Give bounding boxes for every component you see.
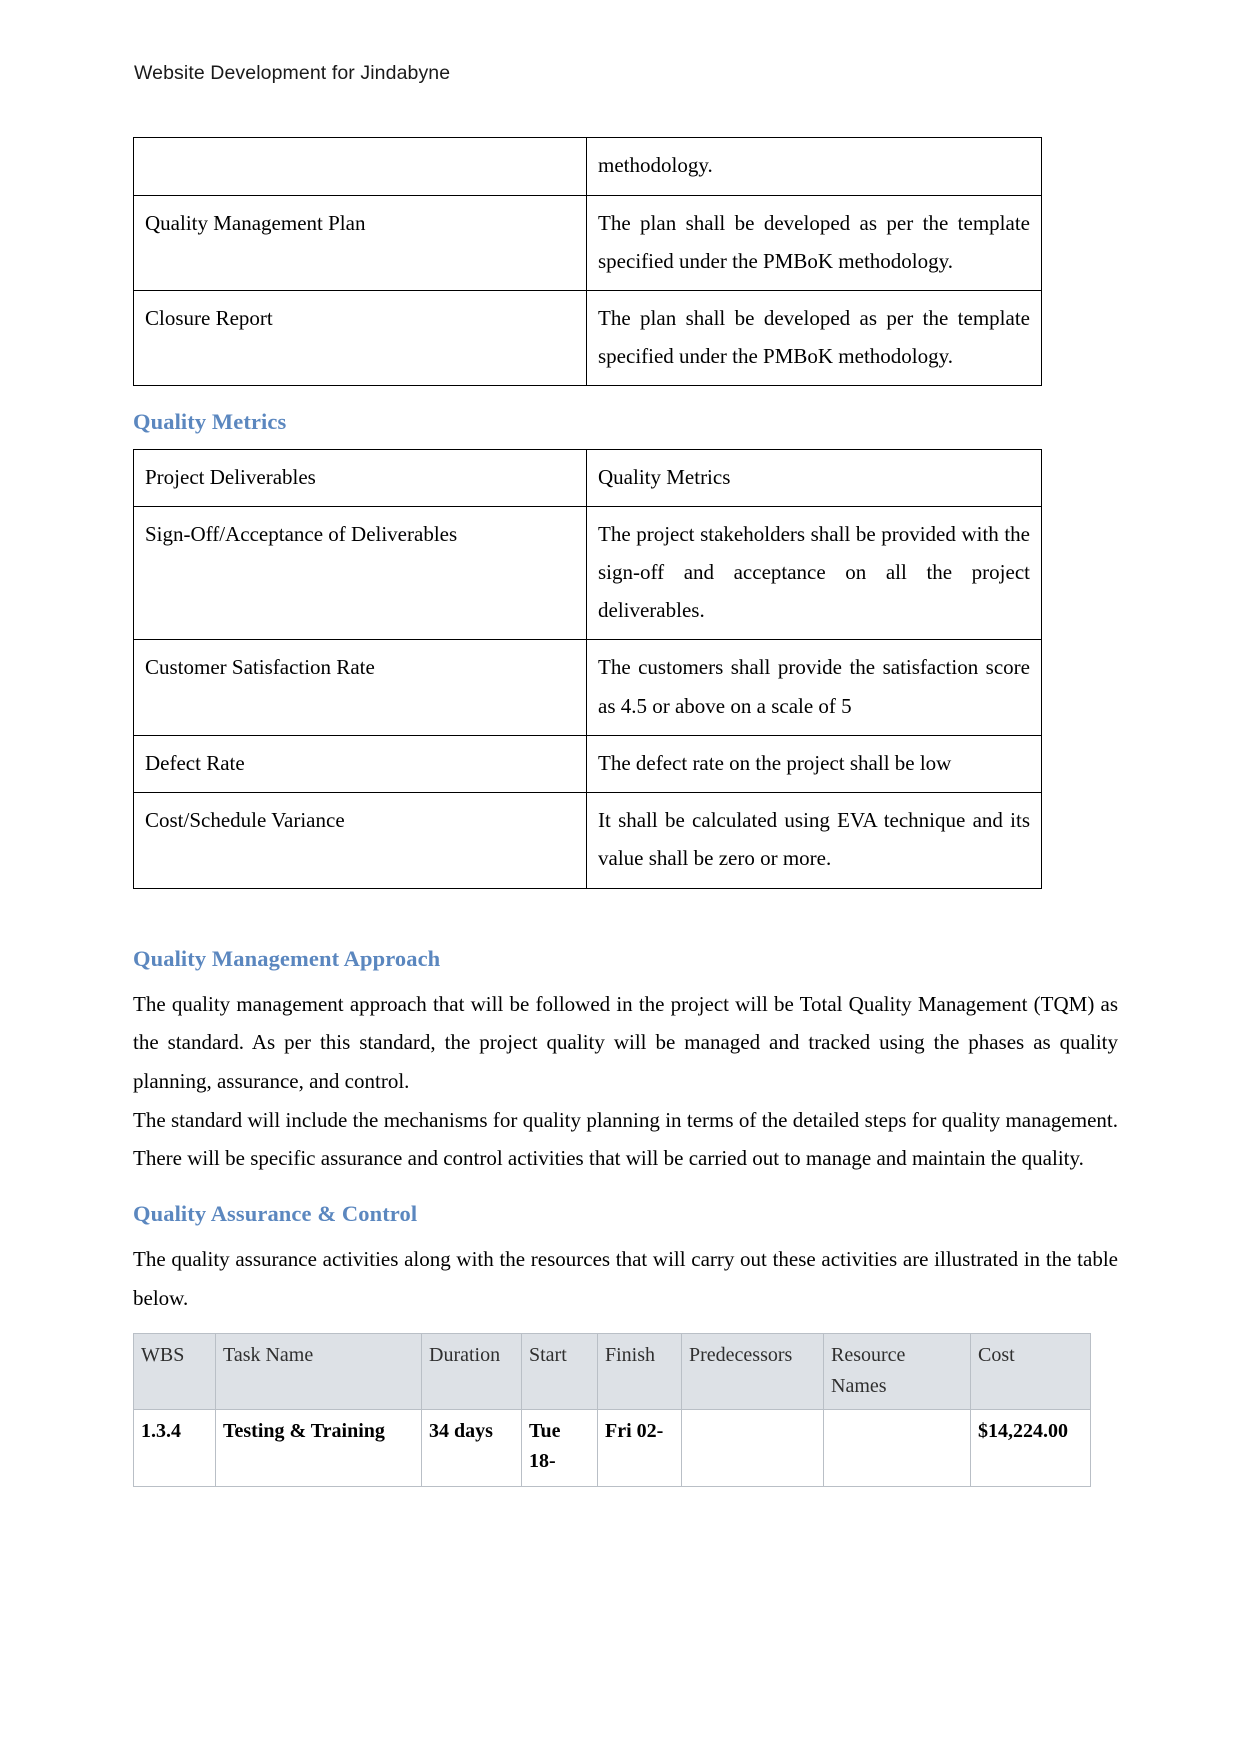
column-header-project-deliverables: Project Deliverables xyxy=(133,448,587,507)
metric-description-cell: The customers shall provide the satisfac… xyxy=(586,639,1042,736)
quality-assurance-schedule-table: WBS Task Name Duration Start Finish Pred… xyxy=(133,1333,1091,1487)
metric-deliverable-cell: Sign-Off/Acceptance of Deliverables xyxy=(133,505,587,641)
deliverables-table: methodology. Quality Management Plan The… xyxy=(133,137,1042,387)
metric-description-cell: The defect rate on the project shall be … xyxy=(586,734,1042,794)
cell-wbs: 1.3.4 xyxy=(133,1408,216,1487)
column-header-predecessors: Predecessors xyxy=(681,1333,824,1410)
metric-deliverable-cell: Defect Rate xyxy=(133,734,587,794)
table-row: methodology. xyxy=(133,137,1042,196)
heading-quality-metrics: Quality Metrics xyxy=(133,409,287,435)
heading-quality-assurance-control: Quality Assurance & Control xyxy=(133,1200,418,1226)
table-row: Sign-Off/Acceptance of Deliverables The … xyxy=(133,505,1042,641)
column-header-start: Start xyxy=(521,1333,598,1410)
column-header-task-name: Task Name xyxy=(215,1333,422,1410)
deliverable-name-cell xyxy=(133,137,587,196)
cell-duration: 34 days xyxy=(421,1408,522,1487)
cell-cost: $14,224.00 xyxy=(970,1408,1091,1487)
column-header-cost: Cost xyxy=(970,1333,1091,1410)
metric-description-cell: The project stakeholders shall be provid… xyxy=(586,505,1042,641)
column-header-wbs: WBS xyxy=(133,1333,216,1410)
deliverable-description-cell: The plan shall be developed as per the t… xyxy=(586,290,1042,387)
paragraph-quality-assurance-control-1: The quality assurance activities along w… xyxy=(133,1246,1118,1310)
table-row: Customer Satisfaction Rate The customers… xyxy=(133,639,1042,736)
cell-task-name: Testing & Training xyxy=(215,1408,422,1487)
paragraph-quality-management-approach-2: The standard will include the mechanisms… xyxy=(133,1107,1118,1171)
column-header-quality-metrics: Quality Metrics xyxy=(586,448,1042,507)
cell-start: Tue 18- xyxy=(521,1408,598,1487)
document-running-header: Website Development for Jindabyne xyxy=(134,62,451,84)
deliverable-name-cell: Closure Report xyxy=(133,290,587,387)
cell-finish: Fri 02- xyxy=(597,1408,682,1487)
table-row: Defect Rate The defect rate on the proje… xyxy=(133,734,1042,794)
metric-deliverable-cell: Cost/Schedule Variance xyxy=(133,792,587,889)
deliverable-description-cell: methodology. xyxy=(586,137,1042,196)
paragraph-quality-management-approach-1: The quality management approach that wil… xyxy=(133,991,1118,1093)
deliverable-name-cell: Quality Management Plan xyxy=(133,194,587,292)
table-header-row: WBS Task Name Duration Start Finish Pred… xyxy=(133,1333,1091,1410)
metric-deliverable-cell: Customer Satisfaction Rate xyxy=(133,639,587,736)
table-row: Cost/Schedule Variance It shall be calcu… xyxy=(133,792,1042,889)
table-row: 1.3.4 Testing & Training 34 days Tue 18-… xyxy=(133,1408,1091,1487)
column-header-finish: Finish xyxy=(597,1333,682,1410)
heading-quality-management-approach: Quality Management Approach xyxy=(133,945,441,971)
table-header-row: Project Deliverables Quality Metrics xyxy=(133,448,1042,507)
column-header-resource-names: Resource Names xyxy=(823,1333,971,1410)
deliverable-description-cell: The plan shall be developed as per the t… xyxy=(586,194,1042,292)
cell-predecessors xyxy=(681,1408,824,1487)
table-row: Closure Report The plan shall be develop… xyxy=(133,290,1042,387)
metric-description-cell: It shall be calculated using EVA techniq… xyxy=(586,792,1042,889)
document-page: Website Development for Jindabyne method… xyxy=(0,0,1241,1754)
quality-metrics-table: Project Deliverables Quality Metrics Sig… xyxy=(133,448,1042,889)
table-row: Quality Management Plan The plan shall b… xyxy=(133,194,1042,292)
column-header-duration: Duration xyxy=(421,1333,522,1410)
cell-resource-names xyxy=(823,1408,971,1487)
